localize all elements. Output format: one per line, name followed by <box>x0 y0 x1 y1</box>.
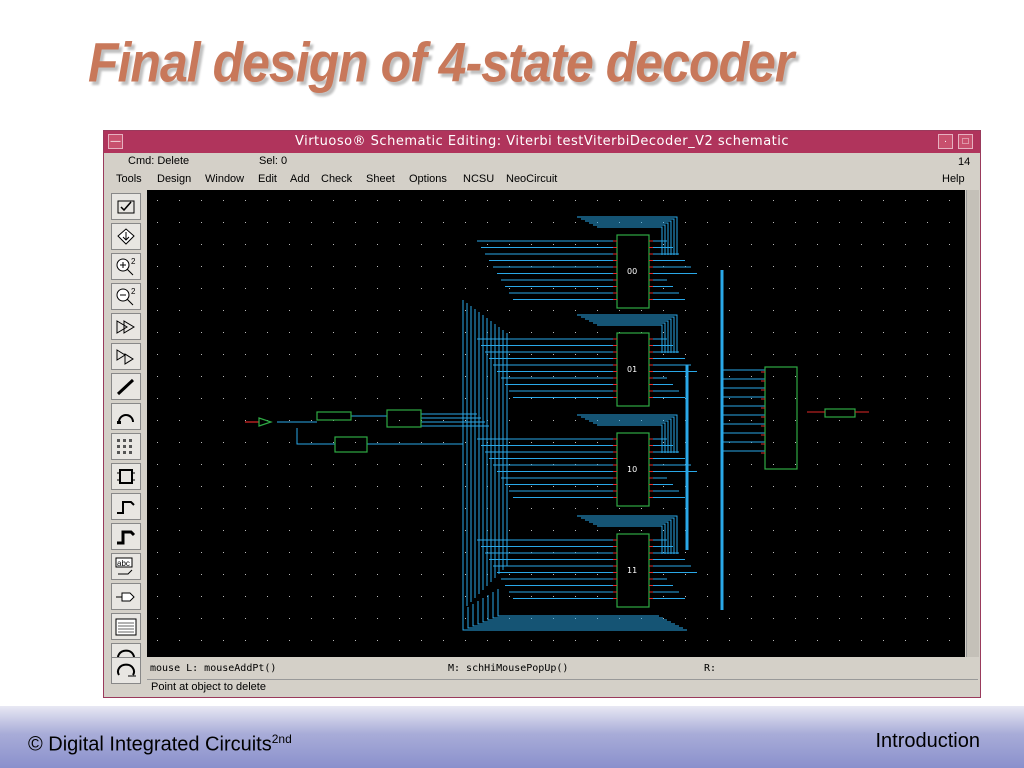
minimize-icon[interactable]: · <box>938 134 953 149</box>
menu-design[interactable]: Design <box>157 173 191 185</box>
maximize-icon[interactable]: □ <box>958 134 973 149</box>
decoder-block-label: 10 <box>627 465 637 474</box>
virtuoso-window: — Virtuoso® Schematic Editing: Viterbi t… <box>103 130 981 698</box>
decoder-block-label: 00 <box>627 267 637 276</box>
check-save-icon[interactable] <box>111 193 141 220</box>
wire-wide-icon[interactable] <box>111 523 141 550</box>
slide-footer: © Digital Integrated Circuits2nd Introdu… <box>0 706 1024 768</box>
save-icon[interactable] <box>111 223 141 250</box>
property-icon[interactable] <box>111 613 141 640</box>
svg-text:abc: abc <box>117 559 130 568</box>
window-titlebar[interactable]: — Virtuoso® Schematic Editing: Viterbi t… <box>104 131 980 153</box>
window-title: Virtuoso® Schematic Editing: Viterbi tes… <box>294 134 790 149</box>
instance-grid-icon[interactable] <box>111 433 141 460</box>
vertical-scrollbar[interactable] <box>966 190 979 657</box>
command-row: Cmd: Delete Sel: 0 14 <box>104 153 980 170</box>
mouse-m-status: M: schHiMousePopUp() <box>448 663 569 674</box>
mouse-l-status: mouse L: mouseAddPt() <box>150 663 277 674</box>
decoder-block-label: 11 <box>627 566 637 575</box>
footer-copyright: © Digital Integrated Circuits2nd <box>28 732 292 756</box>
menu-ncsu[interactable]: NCSU <box>463 173 494 185</box>
footer-section: Introduction <box>875 730 980 752</box>
zoom-out-icon[interactable]: 2 <box>111 283 141 310</box>
menu-edit[interactable]: Edit <box>258 173 277 185</box>
menu-bar: Tools Design Window Edit Add Check Sheet… <box>104 171 980 189</box>
schematic-canvas[interactable]: 00 01 10 11 <box>147 190 965 657</box>
schematic-drawing: 00 01 10 11 <box>147 190 965 657</box>
copy-icon[interactable] <box>111 343 141 370</box>
prompt-line: Point at object to delete <box>147 679 978 696</box>
undo-icon[interactable] <box>111 403 141 430</box>
wire-icon[interactable] <box>111 373 141 400</box>
menu-window[interactable]: Window <box>205 173 244 185</box>
menu-help[interactable]: Help <box>942 173 965 185</box>
stretch-icon[interactable] <box>111 313 141 340</box>
tool-palette: 2 2 abc <box>108 191 146 691</box>
menu-neocircuit[interactable]: NeoCircuit <box>506 173 557 185</box>
label-icon[interactable]: abc <box>111 553 141 580</box>
cmd-label: Cmd: Delete <box>128 155 190 167</box>
menu-sheet[interactable]: Sheet <box>366 173 395 185</box>
mouse-status: mouse L: mouseAddPt() M: schHiMousePopUp… <box>147 661 978 677</box>
pin-icon[interactable] <box>111 583 141 610</box>
window-number: 14 <box>958 156 971 168</box>
svg-text:2: 2 <box>131 257 136 266</box>
menu-add[interactable]: Add <box>290 173 310 185</box>
svg-text:2: 2 <box>131 287 136 296</box>
slide-title: Final design of 4-state decoder <box>88 31 794 94</box>
redraw-icon[interactable] <box>111 657 141 684</box>
menu-check[interactable]: Check <box>321 173 352 185</box>
wire-narrow-icon[interactable] <box>111 493 141 520</box>
sel-label: Sel: 0 <box>259 155 288 167</box>
instance-icon[interactable] <box>111 463 141 490</box>
menu-options[interactable]: Options <box>409 173 447 185</box>
decoder-block-label: 01 <box>627 365 637 374</box>
mouse-r-status: R: <box>704 663 717 674</box>
zoom-in-icon[interactable]: 2 <box>111 253 141 280</box>
menu-tools[interactable]: Tools <box>116 173 142 185</box>
prompt-text: Point at object to delete <box>151 681 266 693</box>
